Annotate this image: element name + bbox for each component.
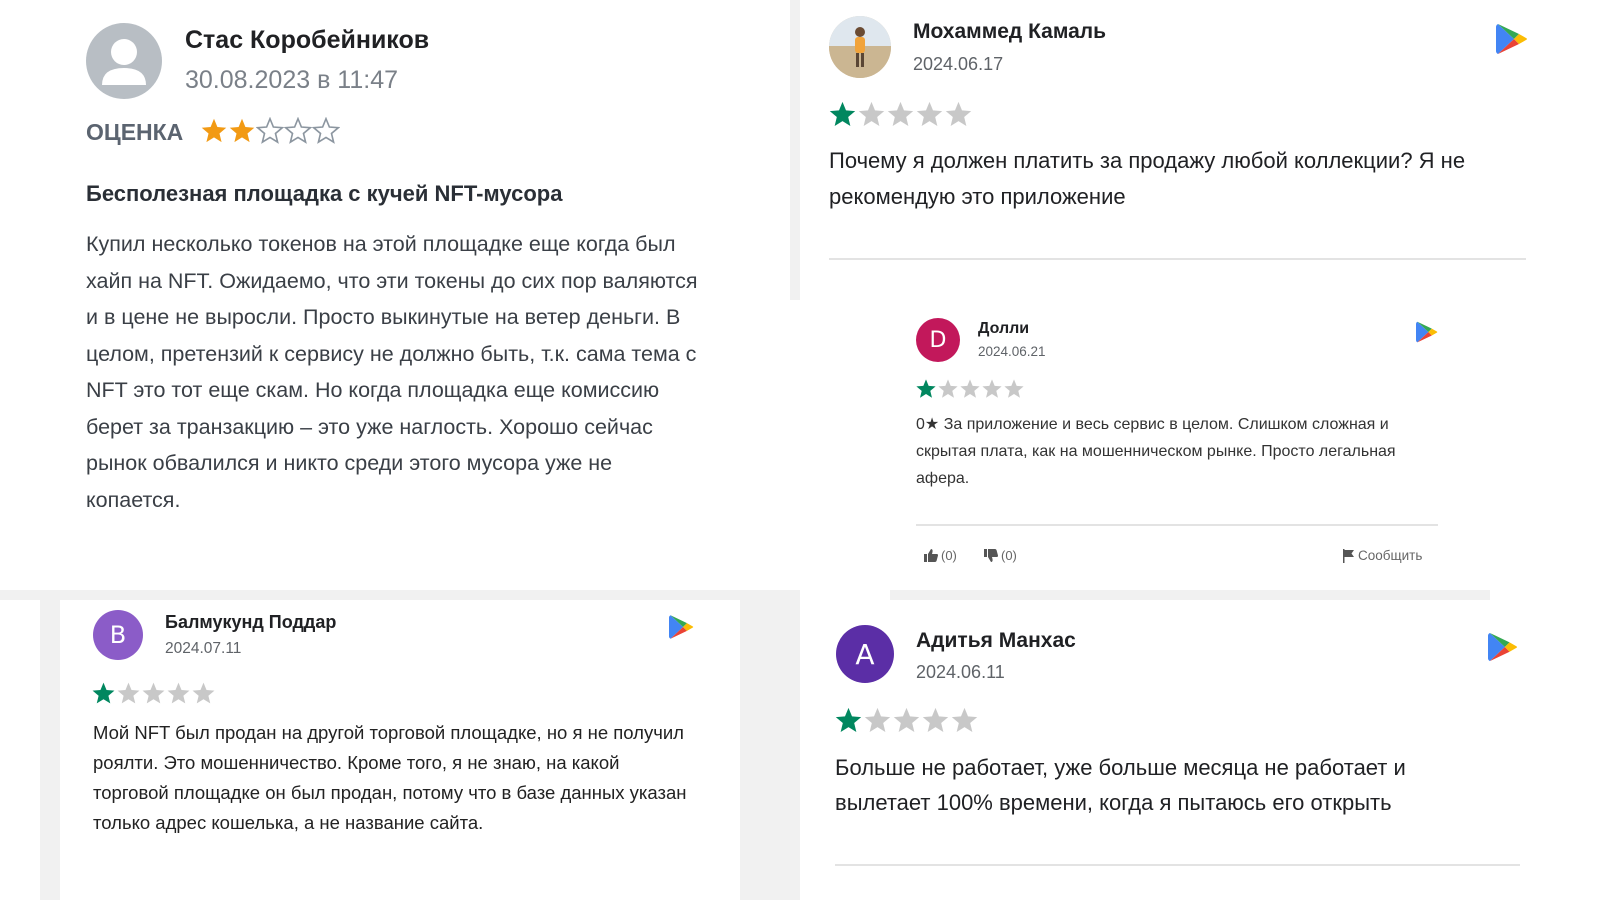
avatar: [829, 16, 891, 78]
review-card-mohammed: Мохаммед Камаль 2024.06.17 Почему я долж…: [800, 0, 1600, 300]
review-date: 30.08.2023 в 11:47: [185, 66, 399, 94]
rating-stars: [200, 117, 340, 145]
star-empty-icon: [864, 707, 891, 732]
avatar: B: [93, 610, 143, 660]
star-empty-icon: [960, 379, 980, 398]
rating-label: ОЦЕНКА: [86, 119, 184, 145]
like-count: (0): [941, 548, 957, 563]
reviewer-name: Адитья Манхас: [916, 629, 1076, 652]
google-play-icon[interactable]: [1488, 631, 1518, 668]
divider: [835, 864, 1520, 866]
report-button[interactable]: Сообщить: [1342, 548, 1422, 563]
star-empty-icon: [938, 379, 958, 398]
star-filled-icon: [92, 682, 115, 704]
star-filled-icon: [916, 379, 936, 398]
star-empty-icon: [1004, 379, 1024, 398]
review-text: Мой NFT был продан на другой торговой пл…: [93, 722, 687, 833]
panel-gap-dolly-right: [1490, 300, 1600, 600]
review-text: 0★ За приложение и весь сервис в целом. …: [916, 416, 1396, 487]
report-label: Сообщить: [1358, 548, 1423, 563]
review-title: Бесполезная площадка с кучей NFT-мусора: [86, 181, 563, 206]
review-date: 2024.07.11: [165, 640, 242, 657]
star-empty-icon: [312, 117, 340, 144]
star-filled-icon: [835, 707, 862, 732]
star-empty-icon: [284, 117, 312, 144]
rating-stars: [828, 100, 973, 129]
thumbs-down-icon: [984, 549, 998, 562]
review-date: 2024.06.17: [913, 54, 1004, 74]
divider: [916, 524, 1438, 526]
review-date: 2024.06.21: [978, 344, 1046, 359]
review-card-stas: Стас Коробейников 30.08.2023 в 11:47 ОЦЕ…: [0, 0, 790, 590]
divider: [829, 258, 1526, 260]
flag-icon: [1343, 548, 1354, 563]
review-card-aditya: A Адитья Манхас 2024.06.11 Больше не раб…: [800, 600, 1600, 900]
star-empty-icon: [922, 707, 949, 732]
star-empty-icon: [117, 682, 140, 704]
thumbs-up-icon: [924, 549, 938, 562]
star-empty-icon: [916, 101, 943, 126]
panel-gap-bottom-left: [40, 600, 60, 900]
google-play-icon[interactable]: [669, 613, 694, 646]
review-text: Купил несколько токенов на этой площадке…: [86, 232, 698, 512]
star-filled-icon: [201, 118, 227, 143]
star-empty-icon: [167, 682, 190, 704]
user-placeholder-icon: [102, 39, 146, 85]
star-empty-icon: [951, 707, 978, 732]
review-card-dolly: D Долли 2024.06.21 0★ За приложение и ве…: [890, 300, 1490, 590]
dislike-button[interactable]: (0): [984, 548, 1017, 563]
star-empty-icon: [887, 101, 914, 126]
avatar-letter: B: [109, 621, 127, 649]
google-play-icon[interactable]: [1416, 320, 1438, 349]
panel-gap-bottom-middle: [740, 590, 800, 900]
star-empty-icon: [192, 682, 215, 704]
star-empty-icon: [142, 682, 165, 704]
star-filled-icon: [229, 118, 255, 143]
avatar-letter: D: [929, 327, 947, 353]
reviewer-name: Балмукунд Поддар: [165, 612, 337, 632]
dislike-count: (0): [1001, 548, 1017, 563]
review-text: Почему я должен платить за продажу любой…: [829, 148, 1466, 209]
star-filled-icon: [829, 101, 856, 126]
rating-stars: [834, 706, 979, 735]
like-button[interactable]: (0): [924, 548, 957, 563]
panel-gap-dolly-left: [800, 300, 890, 600]
avatar: D: [916, 318, 960, 362]
reviewer-name: Мохаммед Камаль: [913, 20, 1107, 43]
reviewer-name: Стас Коробейников: [185, 26, 430, 54]
avatar: A: [836, 625, 894, 683]
panel-gap-right: [790, 0, 800, 300]
star-empty-icon: [858, 101, 885, 126]
rating-stars: [91, 681, 216, 706]
star-empty-icon: [893, 707, 920, 732]
review-text: Больше не работает, уже больше месяца не…: [835, 755, 1406, 815]
avatar: [86, 23, 162, 99]
star-empty-icon: [982, 379, 1002, 398]
star-empty-icon: [256, 117, 284, 144]
user-photo-icon: [829, 16, 891, 78]
avatar-letter: A: [855, 637, 875, 671]
google-play-icon[interactable]: [1496, 22, 1528, 61]
review-date: 2024.06.11: [916, 662, 1005, 682]
review-card-balmukund: B Балмукунд Поддар 2024.07.11 Мой NFT бы…: [60, 600, 740, 900]
reviewer-name: Долли: [978, 320, 1030, 337]
star-empty-icon: [945, 101, 972, 126]
rating-stars: [915, 378, 1025, 400]
